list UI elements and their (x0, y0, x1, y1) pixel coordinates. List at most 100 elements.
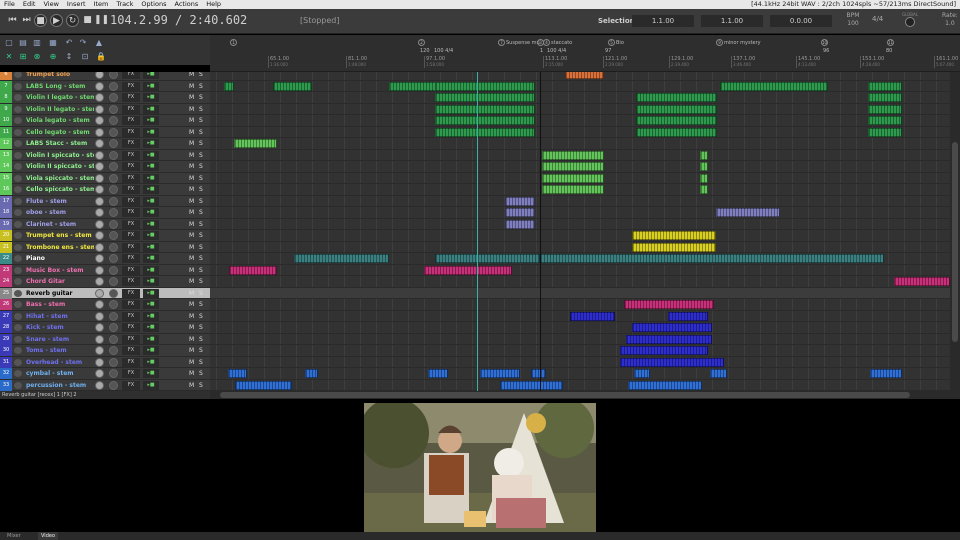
track-number[interactable]: 22 (0, 253, 12, 264)
track-number[interactable]: 11 (0, 126, 12, 138)
volume-knob-icon[interactable] (95, 254, 104, 263)
volume-knob-icon[interactable] (95, 334, 104, 344)
media-item[interactable] (632, 231, 716, 240)
media-item[interactable] (540, 254, 884, 263)
track-lane[interactable] (210, 322, 950, 334)
track-name[interactable]: Violin II spiccato - ster (26, 161, 94, 172)
track-number[interactable]: 33 (0, 379, 12, 391)
grid-icon[interactable]: ⊞ (17, 52, 29, 62)
record-arm-icon[interactable] (14, 82, 22, 90)
track-lane[interactable] (210, 287, 950, 299)
project-settings-icon[interactable]: ▦ (47, 38, 59, 48)
envelope-icon[interactable]: ▸■ (143, 104, 159, 114)
track-row[interactable]: 7 LABS Long - stem FX ▸■ M S (0, 80, 210, 92)
track-lane[interactable] (210, 265, 950, 276)
mute-button[interactable]: M (189, 265, 194, 276)
track-lane[interactable] (210, 357, 950, 368)
envelope-icon[interactable]: ▸■ (143, 242, 159, 252)
track-lane[interactable] (210, 81, 950, 92)
track-row[interactable]: 18 oboe - stem FX ▸■ M S (0, 207, 210, 219)
media-item[interactable] (542, 185, 604, 194)
track-number[interactable]: 7 (0, 80, 12, 92)
media-item[interactable] (668, 311, 708, 321)
pan-knob-icon[interactable] (109, 311, 118, 321)
track-name[interactable]: Trombone ens - stem (26, 242, 94, 253)
timeline-ruler[interactable]: 1 2 7 Suspense mu 3 4 staccato 5 Bio 9 minor myste… (210, 35, 960, 72)
track-row[interactable]: 23 Music Box - stem FX ▸■ M S (0, 264, 210, 276)
track-row[interactable]: 22 Piano FX ▸■ M S (0, 253, 210, 265)
fx-button[interactable]: FX (122, 219, 140, 229)
record-arm-icon[interactable] (14, 312, 22, 320)
track-name[interactable]: Reverb guitar (26, 288, 94, 299)
fx-button[interactable]: FX (122, 334, 140, 344)
mute-button[interactable]: M (189, 368, 194, 379)
menu-file[interactable]: File (0, 0, 19, 9)
track-lane[interactable] (210, 196, 950, 207)
record-arm-icon[interactable] (14, 72, 22, 78)
track-row[interactable]: 20 Trumpet ens - stem FX ▸■ M S (0, 230, 210, 242)
mute-button[interactable]: M (189, 219, 194, 230)
record-arm-icon[interactable] (14, 174, 22, 182)
mute-button[interactable]: M (189, 334, 194, 345)
volume-knob-icon[interactable] (95, 357, 104, 367)
fx-button[interactable]: FX (122, 208, 140, 217)
media-item[interactable] (894, 277, 950, 286)
media-item[interactable] (542, 150, 604, 160)
dock-tab-mixer[interactable]: Mixer (4, 532, 24, 540)
timeline-marker[interactable]: 2 (418, 39, 426, 46)
menu-edit[interactable]: Edit (19, 0, 40, 9)
menu-options[interactable]: Options (137, 0, 170, 9)
track-row[interactable]: 11 Cello legato - stem FX ▸■ M S (0, 126, 210, 138)
mute-button[interactable]: M (189, 196, 194, 207)
track-name[interactable]: Cello spiccato - stem (26, 184, 94, 195)
record-arm-icon[interactable] (14, 128, 22, 136)
volume-knob-icon[interactable] (95, 288, 104, 298)
mute-button[interactable]: M (189, 322, 194, 333)
solo-button[interactable]: S (199, 230, 203, 241)
solo-button[interactable]: S (199, 299, 203, 310)
undo-icon[interactable]: ↶ (63, 38, 75, 48)
track-name[interactable]: Viola legato - stem (26, 115, 94, 126)
envelope-icon[interactable]: ▸■ (143, 254, 159, 263)
pan-knob-icon[interactable] (109, 369, 118, 378)
media-item[interactable] (273, 81, 312, 91)
tempo-marker[interactable]: 120 (420, 48, 430, 54)
envelope-icon[interactable]: ▸■ (143, 357, 159, 367)
solo-button[interactable]: S (199, 173, 203, 184)
track-name[interactable]: Violin I legato - stem (26, 92, 94, 103)
record-button[interactable]: ■ (81, 14, 94, 27)
selection-start[interactable]: 1.1.00 (632, 15, 694, 27)
media-item[interactable] (720, 81, 828, 91)
envelope-icon[interactable]: ▸■ (143, 277, 159, 286)
envelope-icon[interactable]: ▸■ (143, 311, 159, 321)
pan-knob-icon[interactable] (109, 208, 118, 217)
track-number[interactable]: 20 (0, 230, 12, 241)
track-row[interactable]: 25 Reverb guitar FX ▸■ M S (0, 287, 210, 299)
media-item[interactable] (868, 104, 902, 114)
track-name[interactable]: Music Box - stem (26, 265, 94, 276)
envelope-icon[interactable]: ▸■ (143, 185, 159, 194)
solo-button[interactable]: S (199, 276, 203, 287)
envelope-icon[interactable]: ▸■ (143, 219, 159, 229)
menu-insert[interactable]: Insert (63, 0, 90, 9)
track-lane[interactable] (210, 138, 950, 150)
pan-knob-icon[interactable] (109, 231, 118, 240)
pan-knob-icon[interactable] (109, 196, 118, 206)
track-row[interactable]: 26 Bass - stem FX ▸■ M S (0, 299, 210, 311)
pan-knob-icon[interactable] (109, 265, 118, 275)
track-name[interactable]: Piano (26, 253, 94, 264)
vertical-scrollbar[interactable] (950, 72, 960, 391)
track-lane[interactable] (210, 242, 950, 253)
track-lane[interactable] (210, 161, 950, 173)
track-number[interactable]: 8 (0, 92, 12, 103)
pan-knob-icon[interactable] (109, 288, 118, 298)
global-knob[interactable]: GLOBAL (900, 12, 920, 30)
media-item[interactable] (620, 357, 724, 367)
ripple-edit-icon[interactable]: ✕ (3, 52, 15, 62)
pan-knob-icon[interactable] (109, 116, 118, 125)
track-name[interactable]: Toms - stem (26, 345, 94, 356)
track-row[interactable]: 29 Snare - stem FX ▸■ M S (0, 333, 210, 345)
volume-knob-icon[interactable] (95, 162, 104, 171)
fx-button[interactable]: FX (122, 300, 140, 309)
volume-knob-icon[interactable] (95, 150, 104, 160)
